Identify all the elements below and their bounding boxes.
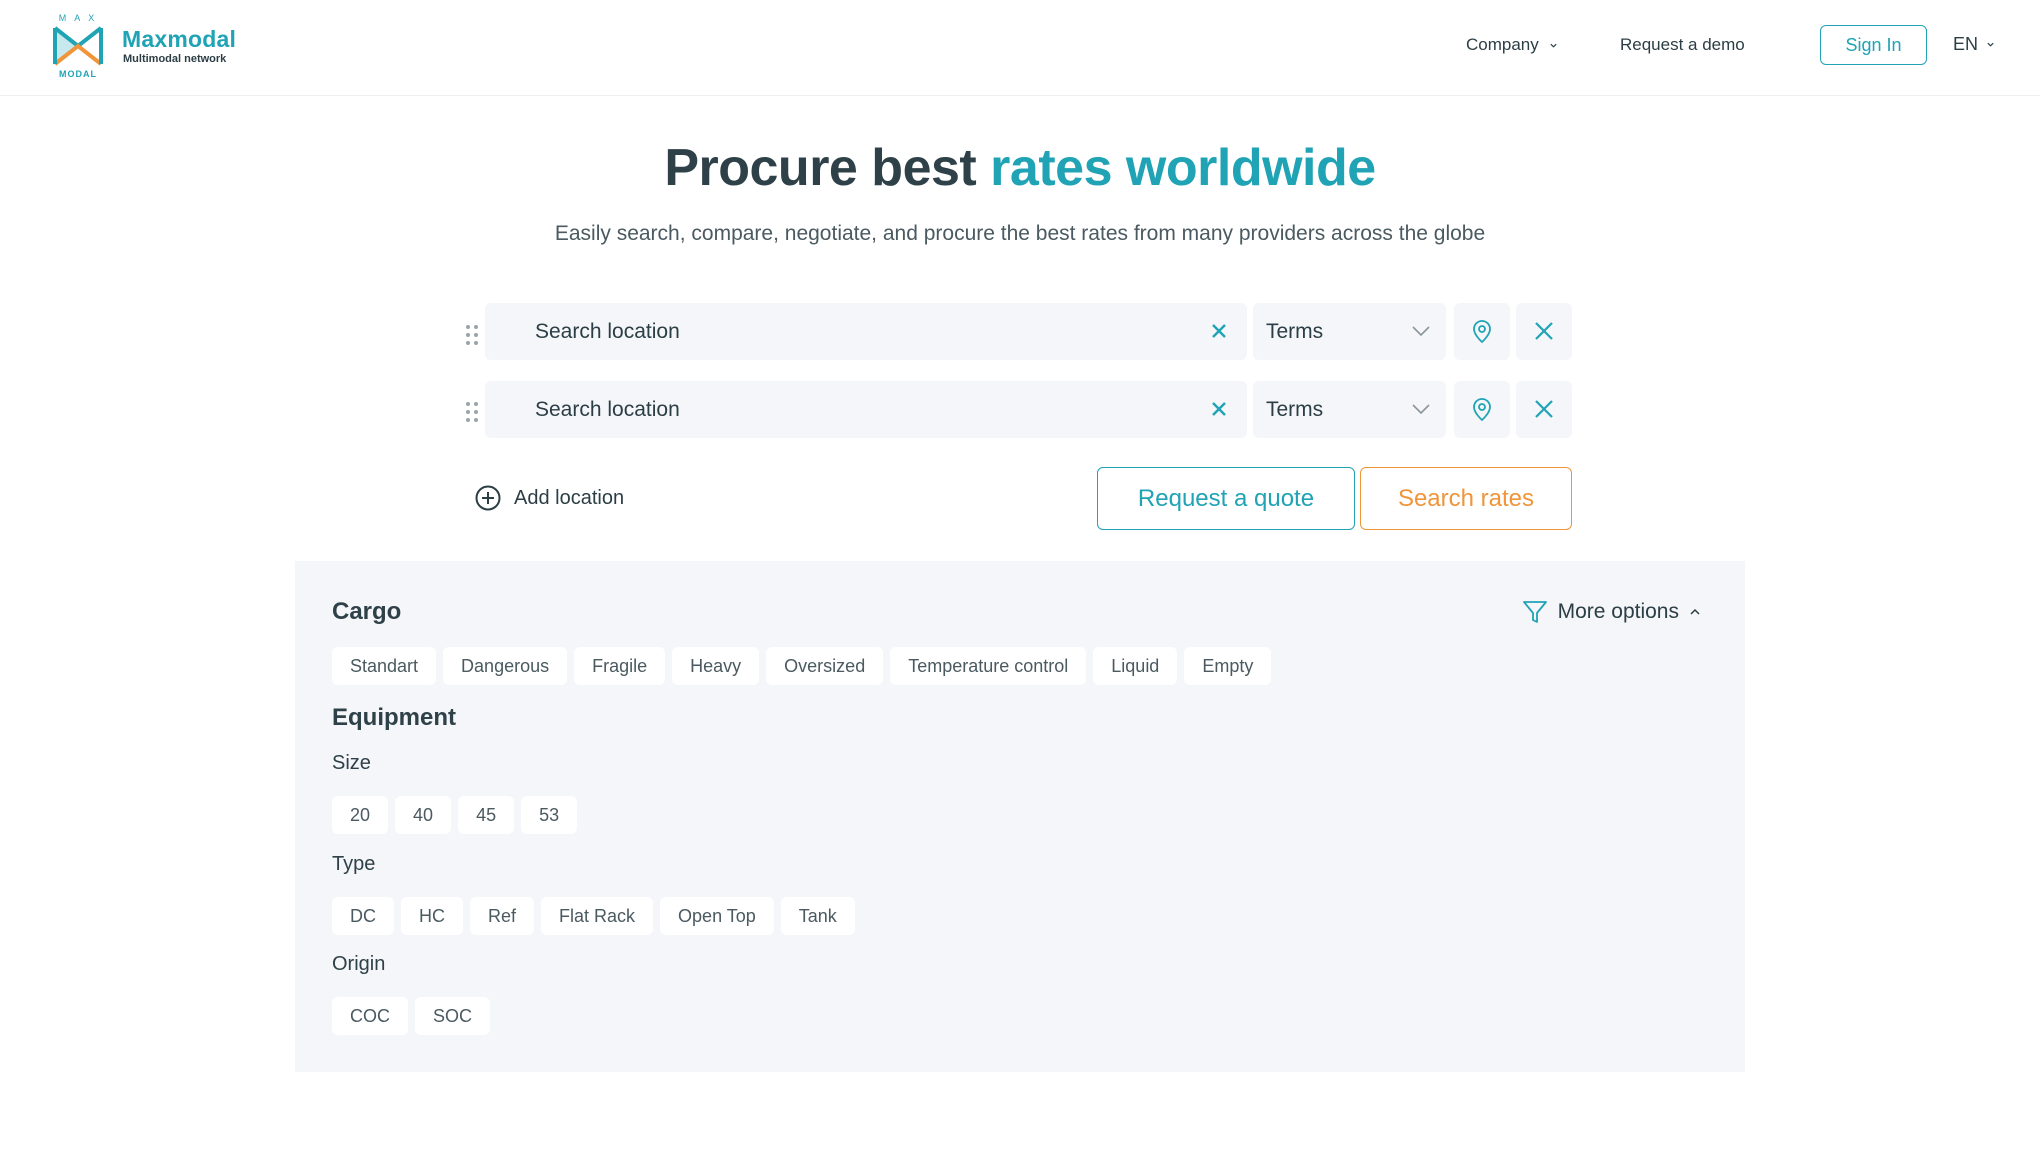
map-pin-button-2[interactable] — [1454, 381, 1510, 438]
maxmodal-logo[interactable]: M A X MODAL — [48, 12, 108, 80]
type-chip[interactable]: DC — [332, 897, 394, 935]
size-chip[interactable]: 40 — [395, 796, 452, 834]
terms-label: Terms — [1266, 320, 1324, 343]
language-label: EN — [1953, 34, 1979, 54]
close-icon — [1535, 400, 1553, 418]
nav-company-dropdown[interactable]: Company — [1466, 35, 1558, 55]
more-options-toggle[interactable]: More options — [1522, 599, 1701, 625]
hero-title: Procure best rates worldwide — [0, 138, 2040, 198]
search-rates-button[interactable]: Search rates — [1360, 467, 1572, 530]
cargo-title: Cargo — [332, 598, 402, 625]
type-chips: DC HC Ref Flat Rack Open Top Tank — [332, 897, 855, 935]
svg-text:MODAL: MODAL — [59, 69, 97, 79]
chevron-down-icon — [1550, 43, 1557, 48]
drag-handle-icon[interactable] — [465, 323, 479, 347]
terms-select-2[interactable]: Terms — [1253, 381, 1446, 438]
size-chips: 20 40 45 53 — [332, 796, 578, 834]
sign-in-button[interactable]: Sign In — [1820, 25, 1927, 65]
type-chip[interactable]: Tank — [780, 897, 855, 935]
type-chip[interactable]: Open Top — [660, 897, 774, 935]
hero-title-accent: rates worldwide — [990, 139, 1376, 197]
size-chip[interactable]: 45 — [458, 796, 515, 834]
cargo-chip[interactable]: Oversized — [766, 647, 884, 685]
cargo-chips: Standart Dangerous Fragile Heavy Oversiz… — [332, 647, 1272, 685]
cargo-chip[interactable]: Temperature control — [890, 647, 1087, 685]
origin-title: Origin — [332, 953, 386, 975]
brand-name: Maxmodal — [122, 26, 237, 52]
map-pin-icon — [1473, 398, 1491, 422]
plus-circle-icon — [475, 485, 501, 511]
remove-location-button-1[interactable] — [1516, 303, 1572, 360]
options-panel: Cargo More options Standart Dangerous Fr… — [295, 561, 1745, 1072]
hero-title-main: Procure best — [664, 139, 977, 197]
size-chip[interactable]: 53 — [521, 796, 578, 834]
clear-location-icon[interactable] — [1209, 321, 1229, 341]
chevron-down-icon — [1412, 404, 1430, 415]
hero-subtitle: Easily search, compare, negotiate, and p… — [554, 222, 1486, 245]
type-chip[interactable]: HC — [401, 897, 463, 935]
map-pin-icon — [1473, 320, 1491, 344]
filter-icon — [1522, 601, 1547, 623]
terms-label: Terms — [1266, 398, 1324, 421]
clear-location-icon[interactable] — [1209, 399, 1229, 419]
location-input-2[interactable]: Search location — [485, 381, 1247, 438]
drag-handle-icon[interactable] — [465, 400, 479, 424]
nav-company-label: Company — [1466, 35, 1539, 54]
origin-chip[interactable]: COC — [332, 997, 408, 1035]
map-pin-button-1[interactable] — [1454, 303, 1510, 360]
origin-chips: COC SOC — [332, 997, 491, 1035]
cargo-chip[interactable]: Dangerous — [443, 647, 568, 685]
brand-tagline: Multimodal network — [123, 53, 227, 65]
chevron-down-icon — [1987, 42, 1994, 47]
language-selector[interactable]: EN — [1953, 34, 1995, 55]
top-header: M A X MODAL Maxmodal Multimodal network … — [0, 0, 2040, 96]
cargo-chip[interactable]: Liquid — [1093, 647, 1178, 685]
size-title: Size — [332, 752, 371, 774]
remove-location-button-2[interactable] — [1516, 381, 1572, 438]
request-quote-button[interactable]: Request a quote — [1097, 467, 1355, 530]
location-placeholder: Search location — [535, 320, 680, 343]
chevron-down-icon — [1412, 326, 1430, 337]
add-location-label: Add location — [514, 486, 625, 509]
svg-text:M A X: M A X — [59, 13, 98, 23]
origin-chip[interactable]: SOC — [415, 997, 491, 1035]
more-options-label: More options — [1557, 600, 1679, 623]
nav-request-demo-link[interactable]: Request a demo — [1620, 35, 1745, 55]
size-chip[interactable]: 20 — [332, 796, 389, 834]
chevron-up-icon — [1690, 608, 1700, 615]
cargo-chip[interactable]: Heavy — [672, 647, 760, 685]
add-location-button[interactable]: Add location — [474, 484, 624, 512]
cargo-chip[interactable]: Fragile — [574, 647, 666, 685]
cargo-chip[interactable]: Standart — [332, 647, 437, 685]
type-title: Type — [332, 853, 376, 875]
type-chip[interactable]: Flat Rack — [541, 897, 654, 935]
type-chip[interactable]: Ref — [470, 897, 535, 935]
location-placeholder: Search location — [535, 398, 680, 421]
close-icon — [1535, 322, 1553, 340]
cargo-chip[interactable]: Empty — [1184, 647, 1272, 685]
location-input-1[interactable]: Search location — [485, 303, 1247, 360]
equipment-title: Equipment — [332, 704, 456, 731]
terms-select-1[interactable]: Terms — [1253, 303, 1446, 360]
